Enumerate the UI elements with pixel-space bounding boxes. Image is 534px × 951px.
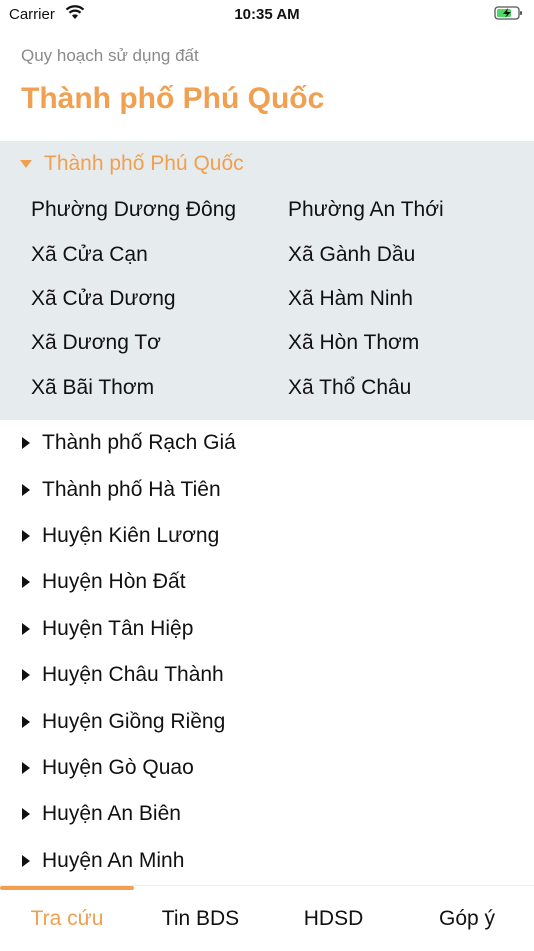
- tree-node[interactable]: Huyện Kiên Lương: [0, 513, 534, 559]
- tree-node[interactable]: Huyện An Biên: [0, 791, 534, 837]
- page-subtitle: Quy hoạch sử dụng đất: [21, 46, 199, 65]
- caret-right-icon: [22, 529, 30, 542]
- tab-gop-y[interactable]: Góp ý: [400, 886, 534, 951]
- tab-hdsd[interactable]: HDSD: [267, 886, 400, 951]
- expanded-district-group: Thành phố Phú Quốc Phường Dương Đông Phư…: [0, 141, 534, 420]
- ward-item[interactable]: Xã Dương Tơ: [31, 320, 288, 366]
- ward-item[interactable]: Xã Hòn Thơm: [288, 320, 531, 366]
- tree-node[interactable]: Huyện Châu Thành: [0, 652, 534, 698]
- caret-right-icon: [22, 669, 30, 682]
- tab-tra-cuu[interactable]: Tra cứu: [0, 886, 134, 951]
- tree-node[interactable]: Huyện Tân Hiệp: [0, 606, 534, 652]
- district-tree: Thành phố Phú Quốc Phường Dương Đông Phư…: [0, 141, 534, 884]
- caret-right-icon: [22, 483, 30, 496]
- caret-right-icon: [22, 576, 30, 589]
- tree-node-phu-quoc[interactable]: Thành phố Phú Quốc: [0, 141, 534, 187]
- ward-item[interactable]: Xã Cửa Dương: [31, 276, 288, 322]
- tree-node-label: Huyện An Biên: [42, 802, 181, 826]
- ward-item[interactable]: Xã Thổ Châu: [288, 365, 531, 411]
- tree-node-label: Huyện Kiên Lương: [42, 523, 220, 547]
- caret-right-icon: [22, 622, 30, 635]
- caret-down-icon: [20, 160, 32, 168]
- caret-right-icon: [22, 808, 30, 821]
- ward-item[interactable]: Xã Hàm Ninh: [288, 276, 531, 322]
- ward-item[interactable]: Phường An Thới: [288, 187, 531, 233]
- ward-item[interactable]: Xã Bãi Thơm: [31, 365, 288, 411]
- tree-node[interactable]: Huyện An Minh: [0, 838, 534, 884]
- tree-node-label: Huyện Giồng Riềng: [42, 709, 226, 733]
- caret-right-icon: [22, 761, 30, 774]
- tree-node[interactable]: Thành phố Rạch Giá: [0, 420, 534, 466]
- caret-right-icon: [22, 437, 30, 450]
- status-bar: Carrier 10:35 AM: [0, 0, 534, 30]
- tree-node-label: Thành phố Hà Tiên: [42, 477, 221, 501]
- tree-node-label: Thành phố Phú Quốc: [44, 152, 244, 175]
- tab-tin-bds[interactable]: Tin BDS: [134, 886, 267, 951]
- ward-grid: Phường Dương Đông Phường An Thới Xã Cửa …: [31, 189, 531, 411]
- tree-node-label: Huyện Châu Thành: [42, 663, 224, 687]
- ward-item[interactable]: Phường Dương Đông: [31, 187, 288, 233]
- clock: 10:35 AM: [234, 6, 300, 23]
- tree-node[interactable]: Huyện Hòn Đất: [0, 559, 534, 605]
- ward-item[interactable]: Xã Cửa Cạn: [31, 231, 288, 277]
- tree-node-label: Huyện An Minh: [42, 848, 185, 872]
- tree-node-label: Huyện Gò Quao: [42, 755, 194, 779]
- tree-node[interactable]: Huyện Gò Quao: [0, 745, 534, 791]
- caret-right-icon: [22, 854, 30, 867]
- tree-node[interactable]: Huyện Giồng Riềng: [0, 698, 534, 744]
- tree-node-label: Huyện Hòn Đất: [42, 570, 186, 594]
- battery-charging-icon: [494, 5, 524, 25]
- caret-right-icon: [22, 715, 30, 728]
- tree-node[interactable]: Thành phố Hà Tiên: [0, 466, 534, 512]
- tree-node-label: Huyện Tân Hiệp: [42, 616, 194, 640]
- ward-item[interactable]: Xã Gành Dầu: [288, 231, 531, 277]
- bottom-tab-bar: Tra cứu Tin BDS HDSD Góp ý: [0, 885, 534, 951]
- page-title: Thành phố Phú Quốc: [21, 82, 325, 115]
- tree-node-label: Thành phố Rạch Giá: [42, 431, 236, 455]
